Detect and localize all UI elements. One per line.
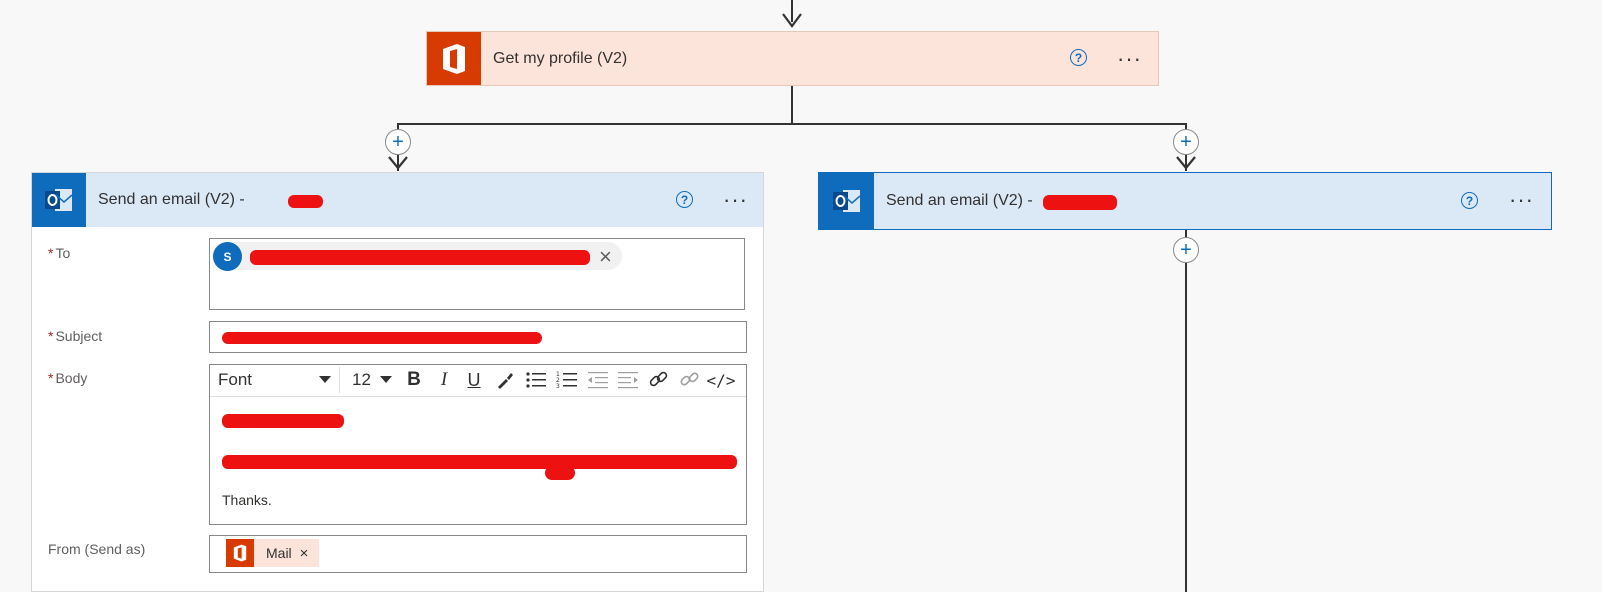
plus-icon: + xyxy=(392,131,404,153)
avatar: S xyxy=(213,242,242,271)
from-label: From (Send as) xyxy=(48,541,146,557)
link-icon[interactable] xyxy=(648,370,670,390)
font-select[interactable]: Font xyxy=(210,367,340,393)
office-icon xyxy=(226,539,254,567)
bullet-list-icon[interactable] xyxy=(525,370,547,390)
send-email-left-header[interactable]: Send an email (V2) - ? ··· xyxy=(32,173,763,227)
help-icon[interactable]: ? xyxy=(676,191,693,208)
body-label: * Body xyxy=(48,370,88,386)
outlook-icon xyxy=(819,173,874,229)
card-title: Send an email (V2) - xyxy=(886,192,1033,209)
card-title: Send an email (V2) - xyxy=(98,191,245,208)
card-title: Get my profile (V2) xyxy=(493,49,628,67)
help-icon[interactable]: ? xyxy=(1461,192,1478,209)
redacted-title xyxy=(1043,195,1117,210)
underline-icon[interactable]: U xyxy=(462,368,486,392)
body-text-thanks: Thanks. xyxy=(222,492,272,508)
chevron-down-icon xyxy=(380,376,392,383)
add-step-after-right-button[interactable]: + xyxy=(1173,237,1199,263)
italic-icon[interactable]: I xyxy=(432,368,456,392)
outlook-icon xyxy=(32,173,86,227)
number-list-icon[interactable]: 123 xyxy=(556,370,578,390)
plus-icon: + xyxy=(1180,239,1192,261)
redacted-subject xyxy=(222,332,542,344)
font-size-select[interactable]: 12 xyxy=(344,367,398,393)
code-view-icon[interactable]: </> xyxy=(707,368,736,392)
editor-toolbar-divider xyxy=(210,396,746,397)
chevron-down-icon xyxy=(319,376,331,383)
send-email-right-card[interactable]: Send an email (V2) - ? ··· xyxy=(818,172,1552,230)
arrow-down-icon xyxy=(388,156,408,170)
from-chip[interactable]: Mail × xyxy=(226,539,319,567)
font-size-value: 12 xyxy=(352,370,371,389)
more-icon[interactable]: ··· xyxy=(1117,48,1142,70)
to-label: * To xyxy=(48,245,71,261)
paint-icon[interactable] xyxy=(494,370,516,390)
outdent-icon[interactable] xyxy=(587,370,609,390)
redacted-title xyxy=(288,195,323,208)
unlink-icon[interactable] xyxy=(679,370,701,390)
from-chip-label: Mail xyxy=(266,545,292,561)
connector-branch xyxy=(397,123,1187,125)
plus-icon: + xyxy=(1180,131,1192,153)
add-step-left-button[interactable]: + xyxy=(385,129,411,155)
redacted-body-line-1 xyxy=(222,414,344,428)
font-select-value: Font xyxy=(218,370,253,389)
redacted-body-line-2 xyxy=(222,455,737,469)
add-step-right-button[interactable]: + xyxy=(1173,129,1199,155)
more-icon[interactable]: ··· xyxy=(1509,189,1534,211)
help-icon[interactable]: ? xyxy=(1070,49,1087,66)
indent-icon[interactable] xyxy=(617,370,639,390)
redacted-body-scribble xyxy=(545,466,575,480)
connector-mid xyxy=(791,86,793,124)
svg-text:3: 3 xyxy=(556,383,560,390)
more-icon[interactable]: ··· xyxy=(723,189,748,211)
connector-right-continue xyxy=(1185,230,1187,592)
office-icon xyxy=(427,32,481,85)
get-profile-card[interactable]: Get my profile (V2) ? ··· xyxy=(426,31,1159,86)
close-icon[interactable]: × xyxy=(300,545,309,562)
bold-icon[interactable]: B xyxy=(402,368,426,392)
subject-label: * Subject xyxy=(48,328,103,344)
arrow-down-icon xyxy=(782,13,802,28)
close-icon[interactable]: × xyxy=(599,244,612,270)
arrow-down-icon xyxy=(1176,156,1196,170)
redacted-recipient xyxy=(250,250,590,265)
